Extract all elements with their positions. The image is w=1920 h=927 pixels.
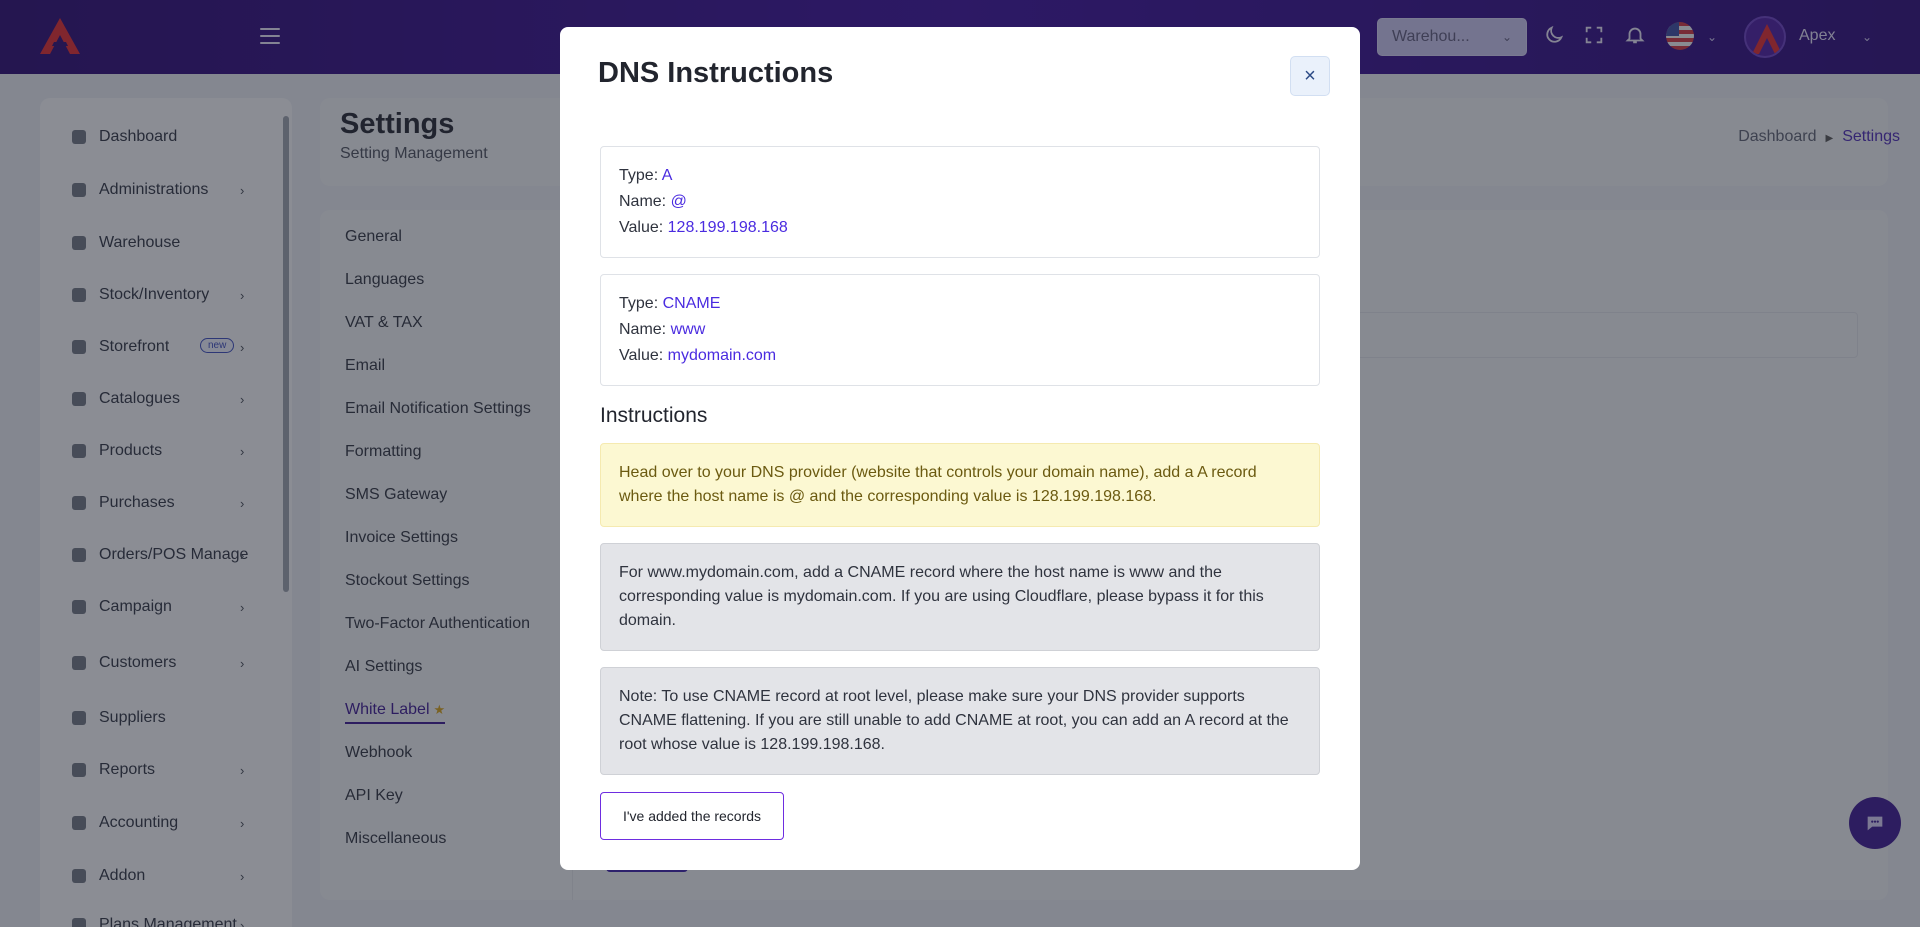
instruction-a-record-alert: Head over to your DNS provider (website … — [600, 443, 1320, 527]
record-value-value: 128.199.198.168 — [667, 219, 788, 236]
record-name-label: Name: — [619, 321, 667, 338]
instruction-note-alert: Note: To use CNAME record at root level,… — [600, 667, 1320, 775]
record-value-value: mydomain.com — [667, 347, 777, 364]
record-name-label: Name: — [619, 193, 667, 210]
record-type-value: A — [661, 167, 673, 184]
close-icon: × — [1304, 64, 1316, 87]
dns-record-a: Type: A Name: @ Value: 128.199.198.168 — [600, 146, 1320, 258]
dns-record-cname: Type: CNAME Name: www Value: mydomain.co… — [600, 274, 1320, 386]
dns-instructions-modal: DNS Instructions × Type: A Name: @ Value… — [560, 27, 1360, 870]
close-button[interactable]: × — [1290, 56, 1330, 96]
record-type-value: CNAME — [662, 295, 721, 312]
instructions-heading: Instructions — [600, 404, 708, 427]
record-name-value: www — [670, 321, 706, 338]
record-value-label: Value: — [619, 347, 664, 364]
record-name-value: @ — [670, 193, 687, 210]
record-type-label: Type: — [619, 167, 659, 184]
record-value-label: Value: — [619, 219, 664, 236]
record-type-label: Type: — [619, 295, 659, 312]
records-added-button[interactable]: I've added the records — [600, 792, 784, 840]
instruction-cname-alert: For www.mydomain.com, add a CNAME record… — [600, 543, 1320, 651]
modal-title: DNS Instructions — [598, 57, 834, 89]
